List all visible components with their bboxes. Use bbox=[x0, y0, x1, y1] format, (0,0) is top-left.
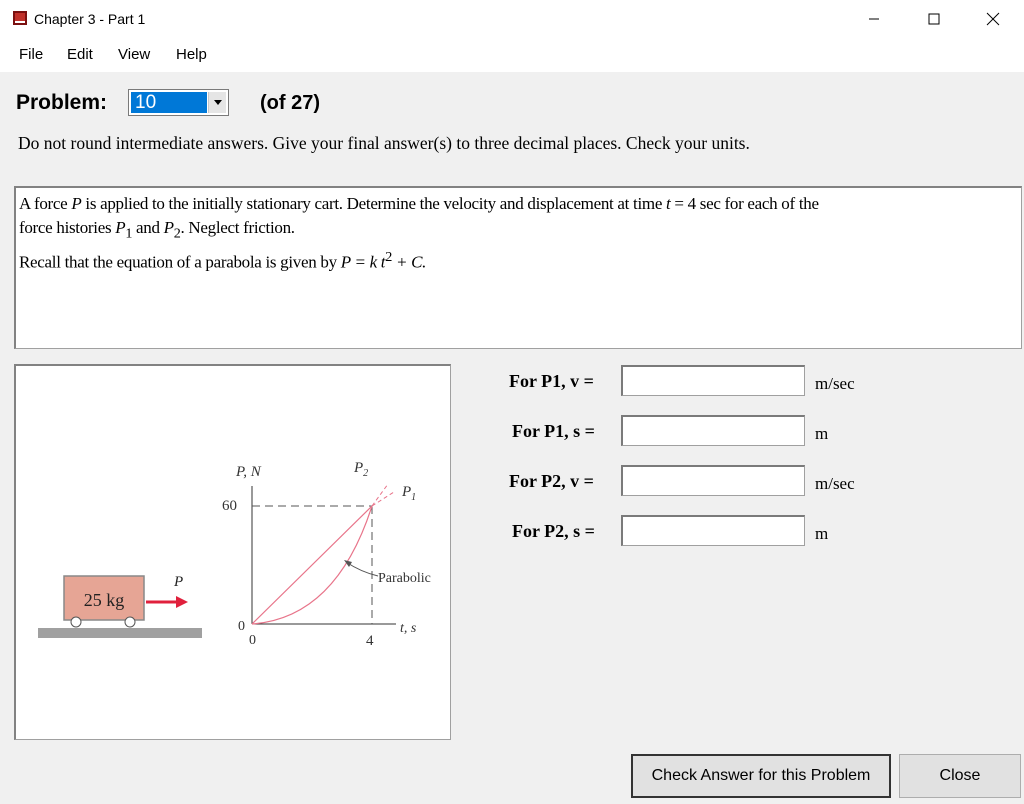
answer-input-p1-v[interactable] bbox=[621, 365, 805, 396]
y-tick-0: 0 bbox=[238, 619, 245, 634]
unit-p2-s: m bbox=[815, 524, 829, 543]
answer-label-p1-v: For P1, v = bbox=[509, 371, 594, 391]
chevron-down-icon[interactable] bbox=[208, 92, 226, 113]
cart-mass-label: 25 kg bbox=[84, 590, 125, 610]
x-tick-0: 0 bbox=[249, 633, 256, 648]
problem-count: (of 27) bbox=[260, 92, 320, 114]
unit-p1-v: m/sec bbox=[815, 374, 855, 393]
statement-line-2: force histories P1 and P2. Neglect frict… bbox=[19, 218, 295, 242]
menu-help[interactable]: Help bbox=[176, 46, 207, 63]
cart-wheel bbox=[124, 616, 136, 628]
minimize-icon bbox=[869, 18, 879, 20]
menu-view[interactable]: View bbox=[118, 46, 150, 63]
ground bbox=[38, 628, 202, 638]
answer-input-p1-s[interactable] bbox=[621, 415, 805, 446]
force-label: P bbox=[173, 574, 183, 590]
answer-label-p2-s: For P2, s = bbox=[512, 521, 595, 541]
statement-line-1: A force P is applied to the initially st… bbox=[19, 194, 819, 213]
force-diagram: 25 kg P P, N 60 0 0 4 t, s P2 P1 Parabol… bbox=[38, 460, 431, 649]
answer-label-p1-s: For P1, s = bbox=[512, 421, 595, 441]
close-button[interactable]: Close bbox=[899, 754, 1021, 798]
title-bar: Chapter 3 - Part 1 bbox=[0, 0, 1024, 38]
answer-input-p2-v[interactable] bbox=[621, 465, 805, 496]
instructions-text: Do not round intermediate answers. Give … bbox=[18, 133, 750, 153]
cart-wheel bbox=[70, 616, 82, 628]
force-arrowhead bbox=[176, 596, 188, 608]
p1-line bbox=[251, 505, 373, 625]
problem-statement: A force P is applied to the initially st… bbox=[14, 186, 1022, 349]
p1-extension bbox=[371, 491, 395, 507]
answer-input-p2-s[interactable] bbox=[621, 515, 805, 546]
problem-select[interactable]: 10 bbox=[128, 89, 229, 116]
problem-figure: 25 kg P P, N 60 0 0 4 t, s P2 P1 Parabol… bbox=[14, 364, 451, 740]
answer-label-p2-v: For P2, v = bbox=[509, 471, 594, 491]
close-icon bbox=[986, 12, 1000, 26]
parabolic-leader bbox=[345, 561, 379, 577]
y-axis-label: P, N bbox=[235, 464, 262, 480]
p2-extension bbox=[371, 483, 389, 507]
unit-p1-s: m bbox=[815, 424, 829, 443]
close-window-button[interactable] bbox=[970, 0, 1016, 38]
x-tick-4: 4 bbox=[366, 633, 374, 649]
menu-edit[interactable]: Edit bbox=[67, 46, 93, 63]
problem-select-value: 10 bbox=[131, 92, 207, 113]
menu-bar: File Edit View Help bbox=[0, 38, 1024, 72]
unit-p2-v: m/sec bbox=[815, 474, 855, 493]
problem-label: Problem: bbox=[16, 91, 108, 114]
book-icon bbox=[13, 11, 27, 25]
check-answer-button[interactable]: Check Answer for this Problem bbox=[631, 754, 891, 798]
maximize-button[interactable] bbox=[911, 0, 957, 38]
p2-label: P2 bbox=[353, 460, 368, 479]
parabolic-label: Parabolic bbox=[378, 571, 431, 586]
x-axis-label: t, s bbox=[400, 621, 417, 636]
menu-file[interactable]: File bbox=[19, 46, 43, 63]
statement-line-3: Recall that the equation of a parabola i… bbox=[19, 249, 427, 273]
window-title: Chapter 3 - Part 1 bbox=[34, 11, 146, 27]
minimize-button[interactable] bbox=[851, 0, 897, 38]
maximize-icon bbox=[928, 13, 940, 25]
p1-label: P1 bbox=[401, 484, 416, 503]
y-tick-60: 60 bbox=[222, 498, 237, 514]
